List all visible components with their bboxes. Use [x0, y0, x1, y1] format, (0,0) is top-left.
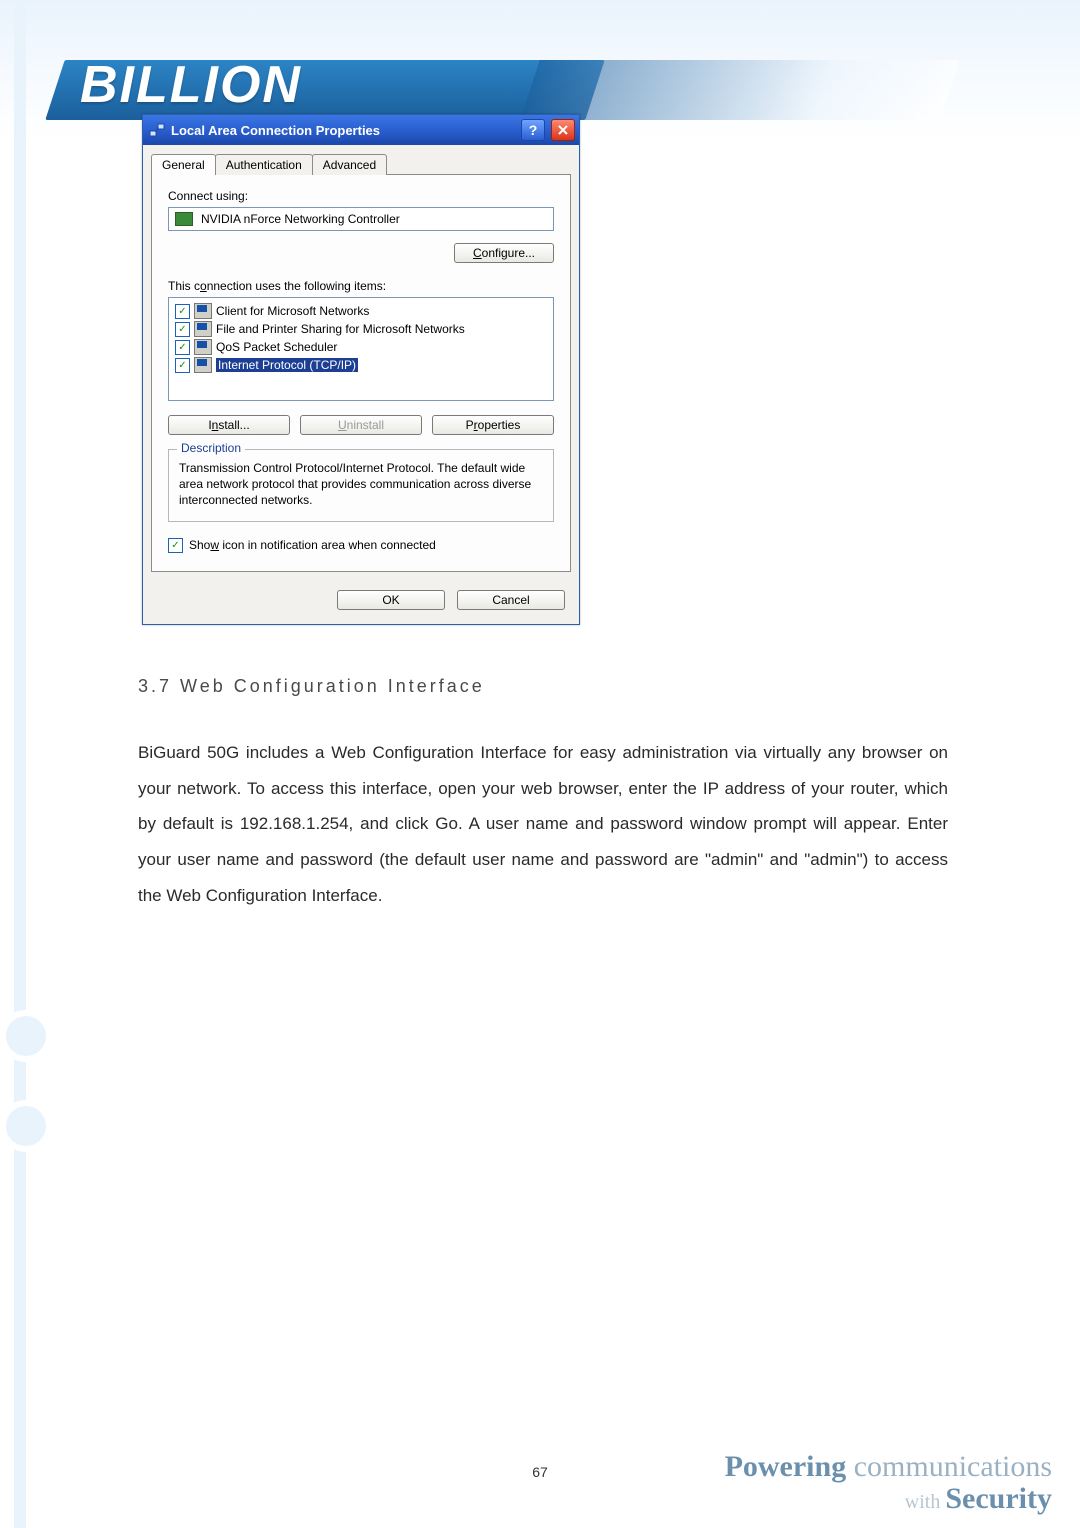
description-text: Transmission Control Protocol/Internet P… [179, 460, 543, 509]
adapter-field[interactable]: NVIDIA nForce Networking Controller [168, 207, 554, 231]
section-paragraph: BiGuard 50G includes a Web Configuration… [138, 735, 948, 913]
uninstall-button: Uninstall [300, 415, 422, 435]
list-item-label: File and Printer Sharing for Microsoft N… [216, 322, 465, 336]
configure-label-rest: onfigure... [482, 246, 535, 260]
tab-general[interactable]: General [151, 154, 216, 175]
list-item-label: Client for Microsoft Networks [216, 304, 369, 318]
items-label: This connection uses the following items… [168, 279, 554, 293]
dialog-tabs: General Authentication Advanced [143, 145, 579, 174]
ok-button[interactable]: OK [337, 590, 445, 610]
brand-logo-text: BILLION [80, 55, 302, 115]
dialog-titlebar[interactable]: Local Area Connection Properties ? [143, 115, 579, 145]
properties-button[interactable]: Properties [432, 415, 554, 435]
install-button[interactable]: Install... [168, 415, 290, 435]
adapter-name: NVIDIA nForce Networking Controller [201, 212, 400, 226]
footer-word-with: with [905, 1491, 946, 1513]
dialog-title: Local Area Connection Properties [171, 123, 380, 138]
tab-authentication[interactable]: Authentication [215, 154, 313, 175]
page-left-dot [0, 1010, 52, 1062]
configure-button[interactable]: Configure... [454, 243, 554, 263]
checkbox-icon[interactable]: ✓ [168, 538, 183, 553]
checkbox-icon[interactable]: ✓ [175, 358, 190, 373]
list-item[interactable]: ✓ QoS Packet Scheduler [173, 338, 549, 356]
list-item-selected[interactable]: ✓ Internet Protocol (TCP/IP) [173, 356, 549, 374]
show-icon-label: Show icon in notification area when conn… [189, 538, 436, 552]
show-icon-row[interactable]: ✓ Show icon in notification area when co… [168, 538, 554, 553]
list-item[interactable]: ✓ Client for Microsoft Networks [173, 302, 549, 320]
checkbox-icon[interactable]: ✓ [175, 322, 190, 337]
page-left-dot [0, 1100, 52, 1152]
tab-advanced[interactable]: Advanced [312, 154, 387, 175]
service-icon [194, 321, 212, 337]
list-item[interactable]: ✓ File and Printer Sharing for Microsoft… [173, 320, 549, 338]
footer-brand: Powering communications with Security [725, 1451, 1052, 1514]
description-legend: Description [177, 441, 245, 455]
network-icon [149, 122, 165, 138]
footer-word-security: Security [945, 1482, 1052, 1515]
footer-word-powering: Powering [725, 1450, 847, 1483]
checkbox-icon[interactable]: ✓ [175, 340, 190, 355]
connection-items-list[interactable]: ✓ Client for Microsoft Networks ✓ File a… [168, 297, 554, 401]
brand-stripe-tail [520, 60, 959, 120]
service-icon [194, 303, 212, 319]
checkbox-icon[interactable]: ✓ [175, 304, 190, 319]
help-button[interactable]: ? [521, 119, 545, 141]
service-icon [194, 339, 212, 355]
nic-icon [175, 212, 193, 226]
dialog-footer: OK Cancel [143, 580, 579, 624]
page-left-rail [14, 0, 26, 1528]
description-group: Description Transmission Control Protoco… [168, 449, 554, 522]
connect-using-label: Connect using: [168, 189, 248, 203]
close-button[interactable] [551, 119, 575, 141]
list-item-label: QoS Packet Scheduler [216, 340, 337, 354]
section-heading: 3.7 Web Configuration Interface [138, 676, 948, 697]
list-item-label: Internet Protocol (TCP/IP) [216, 358, 358, 372]
footer-word-communications: communications [846, 1450, 1052, 1483]
dialog-body: Connect using: NVIDIA nForce Networking … [151, 174, 571, 572]
cancel-button[interactable]: Cancel [457, 590, 565, 610]
protocol-icon [194, 357, 212, 373]
dialog-local-area-connection-properties: Local Area Connection Properties ? Gener… [142, 114, 580, 625]
document-section: 3.7 Web Configuration Interface BiGuard … [138, 676, 948, 913]
